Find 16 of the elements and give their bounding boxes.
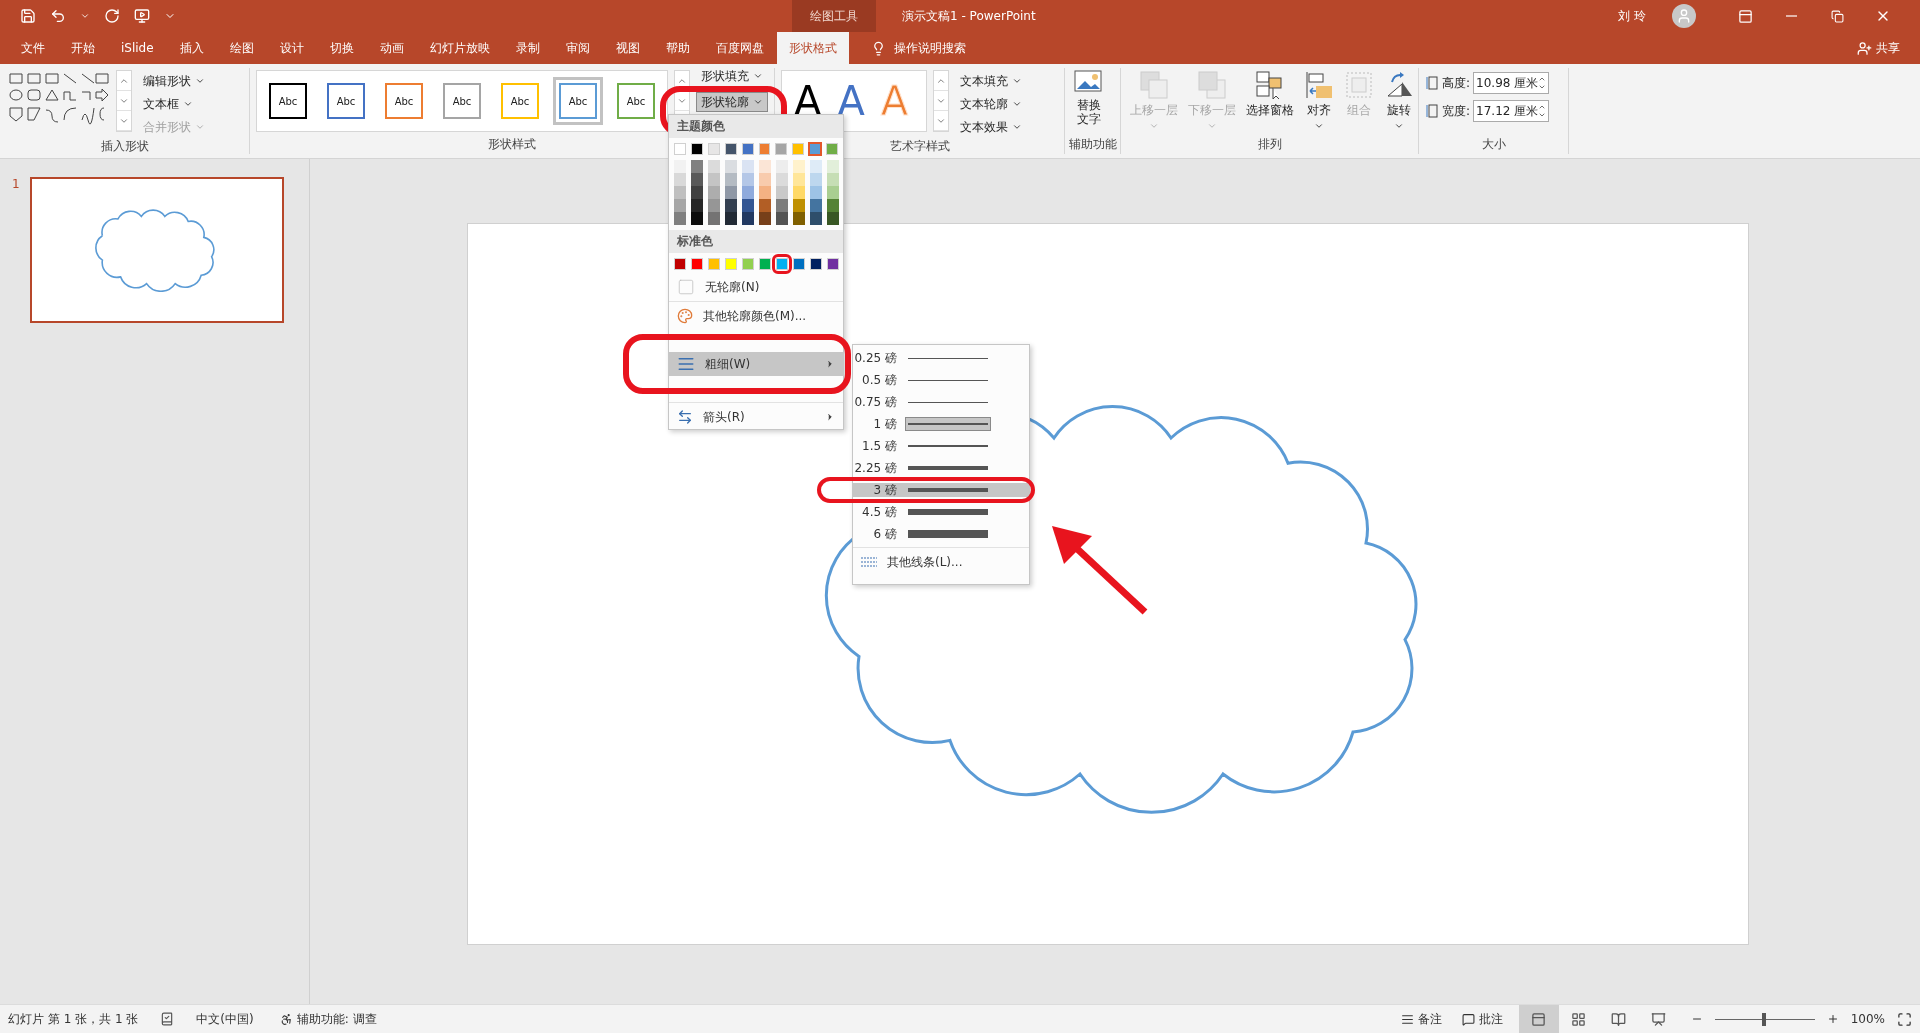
- group-label: 插入形状: [100, 138, 149, 155]
- contextual-tab-label: 绘图工具: [792, 0, 876, 32]
- menu-heading: 主题颜色: [669, 115, 843, 138]
- group-label: 大小: [1481, 136, 1506, 153]
- slide-info: 幻灯片 第 1 张，共 1 张: [8, 1010, 139, 1028]
- group-label: 形状样式: [488, 136, 536, 153]
- group-label: 排列: [1257, 136, 1282, 153]
- language-label: 中文(中国): [196, 1010, 254, 1028]
- slide-number: 1: [12, 177, 20, 191]
- window-title: 演示文稿1 - PowerPoint: [902, 7, 1036, 25]
- menu-heading: 标准色: [669, 230, 843, 253]
- field-label: 高度:: [1442, 74, 1471, 92]
- field-label: 宽度:: [1442, 102, 1471, 120]
- user-name: 刘 玲: [1618, 7, 1646, 25]
- group-label: 辅助功能: [1068, 136, 1117, 153]
- group-label: 艺术字样式: [889, 138, 950, 155]
